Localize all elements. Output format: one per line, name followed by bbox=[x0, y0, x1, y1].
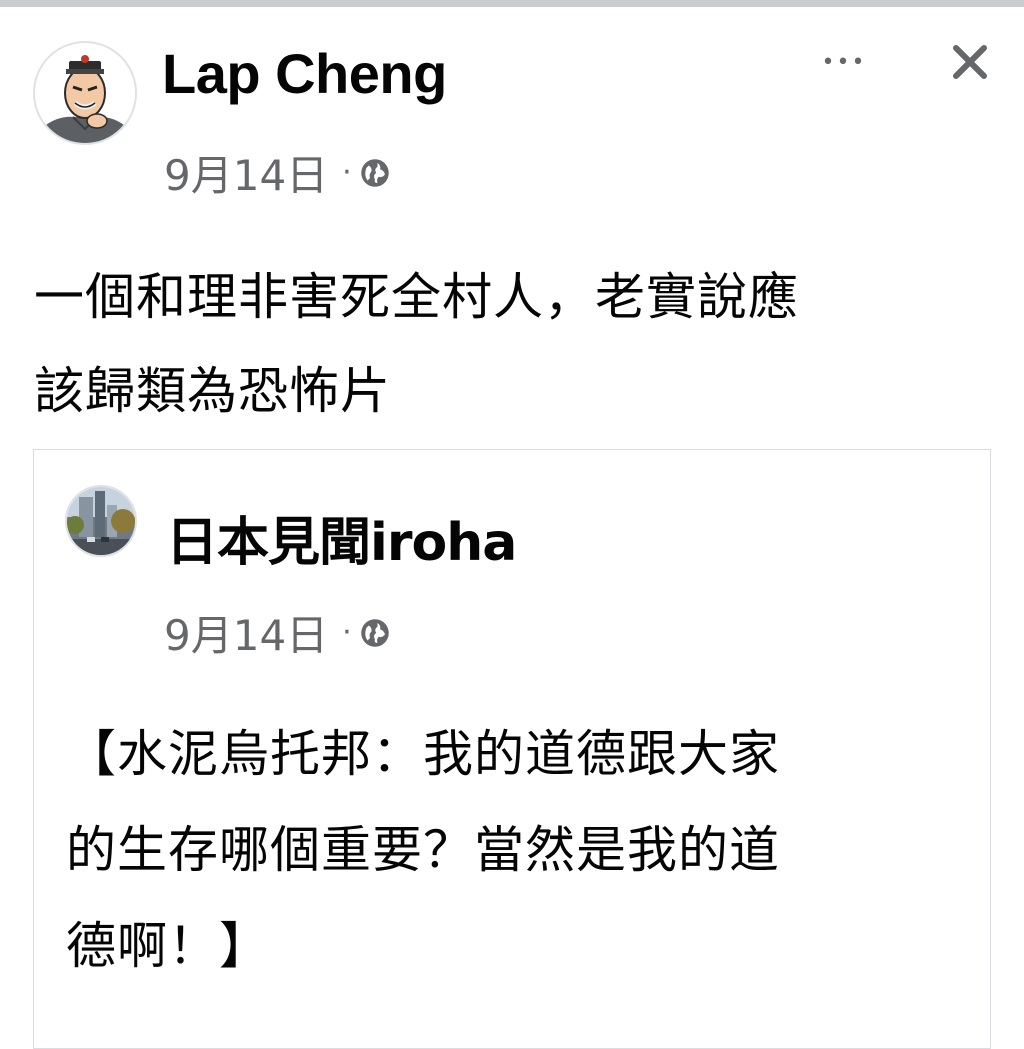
author-avatar-illustration bbox=[35, 43, 135, 143]
globe-icon[interactable] bbox=[360, 158, 390, 188]
shared-post-date[interactable]: 9月14日 bbox=[164, 602, 328, 663]
shared-author-name[interactable]: 日本見聞iroha bbox=[166, 500, 517, 575]
post-text-line: 該歸類為恐怖片 bbox=[34, 362, 391, 420]
shared-post-text: 【水泥烏托邦：我的道德跟大家 的生存哪個重要？當然是我的道 德啊！】 bbox=[66, 706, 966, 994]
shared-author-avatar[interactable] bbox=[65, 485, 137, 557]
more-options-button[interactable]: ••• bbox=[818, 38, 870, 86]
shared-text-line: 德啊！】 bbox=[66, 917, 270, 975]
post-meta: 9月14日 · bbox=[164, 142, 390, 203]
meta-separator: · bbox=[342, 155, 352, 190]
post-text: 一個和理非害死全村人，老實說應 該歸類為恐怖片 bbox=[34, 250, 979, 438]
shared-text-line: 的生存哪個重要？當然是我的道 bbox=[66, 821, 780, 879]
shared-text-line: 【水泥烏托邦：我的道德跟大家 bbox=[66, 725, 780, 783]
top-strip bbox=[0, 0, 1024, 7]
avatar[interactable] bbox=[33, 41, 137, 145]
globe-icon[interactable] bbox=[360, 618, 390, 648]
meta-separator: · bbox=[342, 615, 352, 650]
shared-post-meta: 9月14日 · bbox=[164, 602, 390, 663]
close-icon bbox=[953, 45, 987, 79]
more-horizontal-icon: ••• bbox=[821, 49, 867, 75]
close-button[interactable] bbox=[944, 36, 996, 88]
city-street-avatar-image bbox=[67, 487, 135, 555]
post-date[interactable]: 9月14日 bbox=[164, 142, 328, 203]
post-text-line: 一個和理非害死全村人，老實說應 bbox=[34, 268, 799, 326]
author-name[interactable]: Lap Cheng bbox=[162, 40, 447, 107]
